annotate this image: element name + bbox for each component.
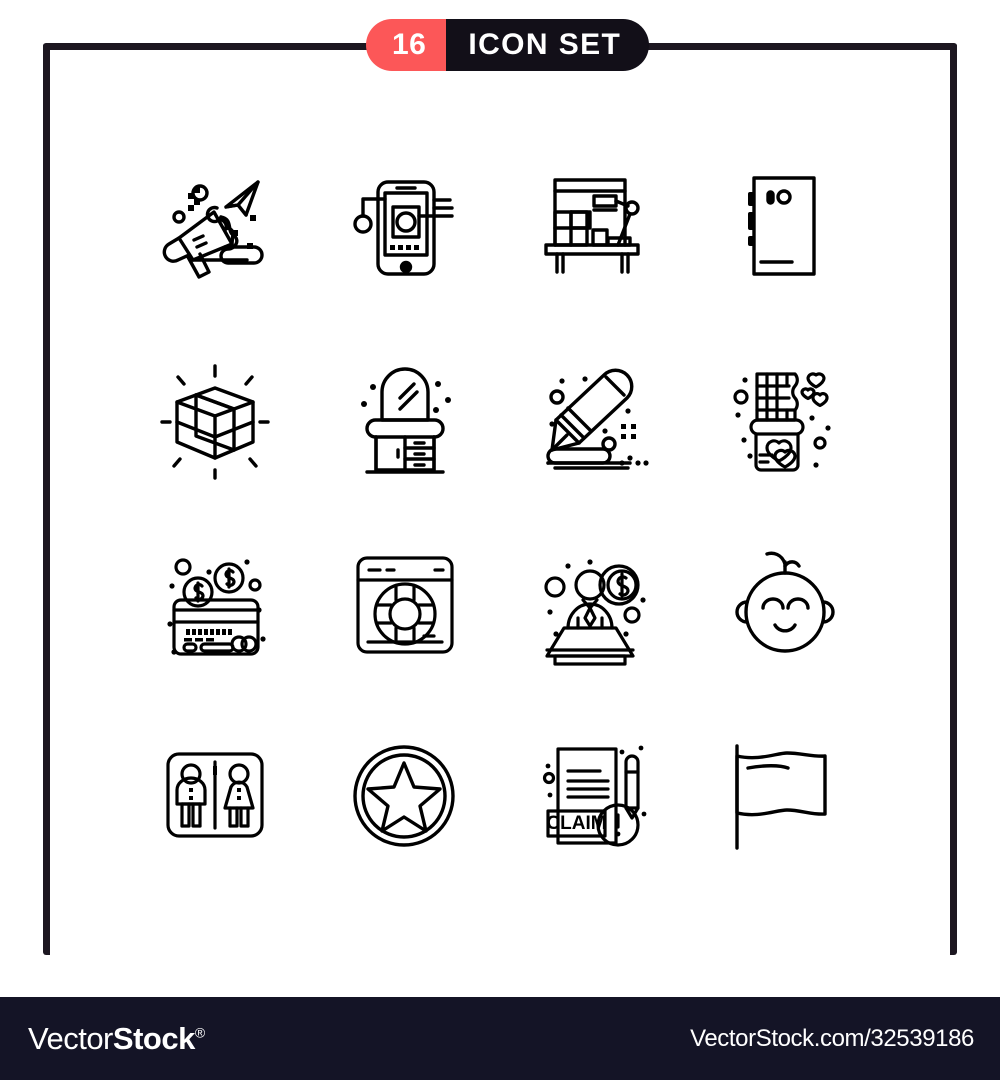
paper-plane xyxy=(224,180,260,217)
footer-url: VectorStock.com/32539186 xyxy=(690,1024,974,1052)
dressing-table-icon[interactable] xyxy=(310,320,500,510)
claim-document-icon[interactable]: CLAIM xyxy=(500,700,690,890)
icon-grid: CLAIM xyxy=(120,130,880,890)
restroom-sign-icon[interactable] xyxy=(120,700,310,890)
wrapper xyxy=(749,418,805,472)
sparkle-dots xyxy=(361,381,451,413)
registered-mark-icon: ® xyxy=(194,1024,205,1041)
credit-card-coins-icon[interactable] xyxy=(120,510,310,700)
male-figure xyxy=(175,763,207,828)
podium xyxy=(545,626,635,666)
icon-set-title-badge: 16 ICON SET xyxy=(366,19,650,71)
logo-vector-text: Vector xyxy=(28,1020,113,1056)
desk-workspace-icon[interactable] xyxy=(500,130,690,320)
star-badge-icon[interactable] xyxy=(310,700,500,890)
shelves xyxy=(553,210,592,247)
megaphone-paper-plane-icon[interactable] xyxy=(120,130,310,320)
camera-lens xyxy=(766,189,792,205)
screen-dots xyxy=(390,245,419,250)
phone-back-camera-icon[interactable] xyxy=(690,130,880,320)
desk-lamp xyxy=(592,194,640,247)
footer-bar: VectorStock® VectorStock.com/32539186 xyxy=(0,997,1000,1080)
female-figure xyxy=(223,763,255,828)
logo-stock-text: Stock xyxy=(112,1020,195,1056)
decorative-dots xyxy=(735,377,831,468)
icon-set-label: ICON SET xyxy=(446,19,650,71)
cube-shine-icon[interactable] xyxy=(120,320,310,510)
smartphone-photo-icon[interactable] xyxy=(310,130,500,320)
document-lines xyxy=(566,769,610,799)
chocolate-top xyxy=(755,372,799,422)
card-stripes xyxy=(184,638,214,642)
card-number xyxy=(186,629,232,635)
vectorstock-logo: VectorStock® xyxy=(28,1021,205,1057)
dollar-coin xyxy=(598,564,640,606)
decorative-dots xyxy=(549,376,649,466)
icon-count-label: 16 xyxy=(366,19,447,71)
browser-lifebuoy-icon[interactable] xyxy=(310,510,500,700)
baby-face-icon[interactable] xyxy=(690,510,880,700)
card xyxy=(172,598,260,656)
pencil-drawing-icon[interactable] xyxy=(500,320,690,510)
side-buttons xyxy=(748,192,755,246)
businessman-podium-icon[interactable] xyxy=(500,510,690,700)
underline-bar xyxy=(546,447,632,470)
floating-hearts xyxy=(800,372,829,408)
cube xyxy=(175,386,255,460)
chocolate-bar-hearts-icon[interactable] xyxy=(690,320,880,510)
flag-icon[interactable] xyxy=(690,700,880,890)
